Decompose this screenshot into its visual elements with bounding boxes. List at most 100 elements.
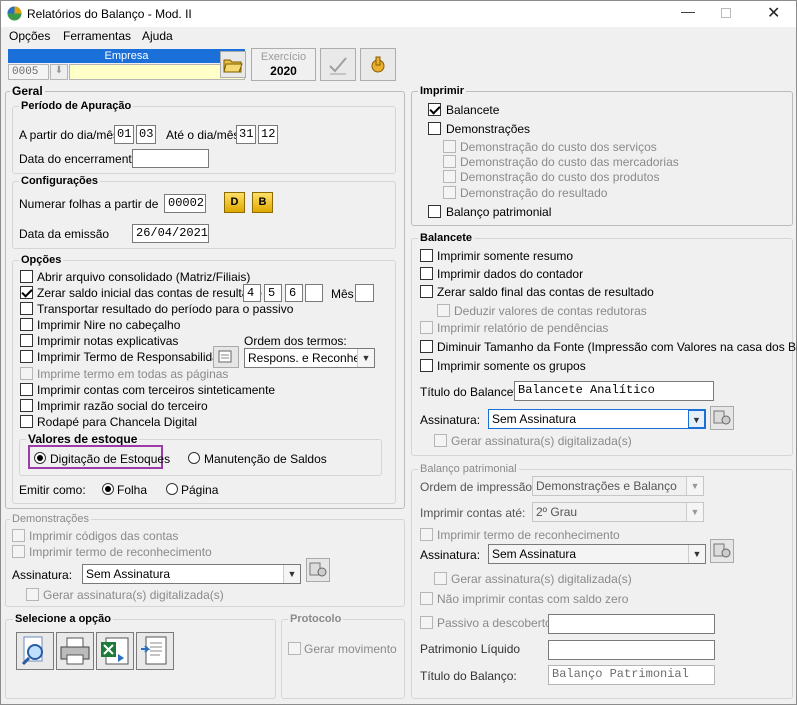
bal-contador-label: Imprimir dados do contador [437,267,584,281]
a-partir-label: A partir do dia/mês [19,128,120,142]
bal-resumo-checkbox[interactable] [420,249,433,262]
opt-imprime-termo-checkbox[interactable] [20,367,33,380]
demo-assinatura-button[interactable] [306,558,330,582]
empresa-name-field[interactable] [69,64,245,80]
imp-sub-servicos-checkbox[interactable] [443,140,456,153]
imp-sub-produtos-checkbox[interactable] [443,170,456,183]
encerramento-label: Data do encerramento [19,152,139,166]
printer-icon [60,637,90,665]
opt-razao-checkbox[interactable] [20,399,33,412]
numerar-field[interactable]: 00002 [164,194,206,213]
digitacao-radio[interactable] [34,452,46,464]
exit-button[interactable] [360,48,396,81]
imp-sub-mercadorias-checkbox[interactable] [443,155,456,168]
opt-zerar-checkbox[interactable] [20,286,33,299]
zerar-field-2[interactable]: 5 [264,284,282,302]
demo-codigos-checkbox[interactable] [12,529,25,542]
zerar-field-1[interactable]: 4 [243,284,261,302]
chevron-down-icon: ▼ [283,565,300,583]
bal-grupos-checkbox[interactable] [420,359,433,372]
excel-button[interactable] [96,632,134,670]
protocolo-group [281,619,405,699]
bp-gerar-checkbox[interactable] [434,572,447,585]
imp-balancete-checkbox[interactable] [428,103,441,116]
bal-fonte-checkbox[interactable] [420,340,433,353]
bal-assinatura-button[interactable] [710,406,734,430]
bal-pendencias-checkbox[interactable] [420,321,433,334]
bp-assinatura-button[interactable] [710,539,734,563]
opt-razao-label: Imprimir razão social do terceiro [37,399,208,413]
print-button[interactable] [56,632,94,670]
to-month-field[interactable]: 12 [258,125,278,144]
from-day-field[interactable]: 01 [114,125,134,144]
bp-termo-checkbox[interactable] [420,528,433,541]
file-export-icon [141,636,167,665]
opt-abrir-checkbox[interactable] [20,270,33,283]
imp-demonstracoes-checkbox[interactable] [428,122,441,135]
check-button[interactable] [320,48,356,81]
opt-termo-checkbox[interactable] [20,350,33,363]
emissao-label: Data da emissão [19,227,110,241]
excel-icon [101,637,129,665]
zerar-field-4[interactable] [305,284,323,302]
imp-balanco-checkbox[interactable] [428,205,441,218]
emitir-label: Emitir como: [19,483,86,497]
imp-sub-resultado-checkbox[interactable] [443,186,456,199]
folha-radio[interactable] [102,483,114,495]
demo-termo-checkbox[interactable] [12,545,25,558]
bal-titulo-field[interactable]: Balancete Analítico [514,381,714,401]
bal-deduzir-checkbox[interactable] [437,304,450,317]
bp-pl-label: Patrimonio Líquido [420,642,521,656]
bp-passivo-checkbox[interactable] [420,616,433,629]
close-icon[interactable]: ✕ [767,3,780,23]
exercicio-label: Exercício [260,51,307,63]
from-month-field[interactable]: 03 [136,125,156,144]
opt-transportar-checkbox[interactable] [20,302,33,315]
menu-ferramentas[interactable]: Ferramentas [63,29,131,43]
demo-assinatura-select[interactable]: Sem Assinatura ▼ [82,564,301,584]
bal-zerar-checkbox[interactable] [420,285,433,298]
maximize-icon[interactable] [721,8,731,18]
menu-bar: Opções Ferramentas Ajuda [1,27,796,47]
export-file-button[interactable] [136,632,174,670]
minimize-icon[interactable]: — [681,3,695,19]
bal-contador-checkbox[interactable] [420,267,433,280]
bp-titulo-field[interactable]: Balanço Patrimonial [548,665,715,685]
bp-passivo-field[interactable] [548,614,715,634]
emissao-field[interactable]: 26/04/2021 [132,224,209,243]
bp-contas-select[interactable]: 2º Grau ▼ [532,502,704,522]
menu-ajuda[interactable]: Ajuda [142,29,173,43]
bal-assinatura-label: Assinatura: [420,413,481,427]
preview-button[interactable] [16,632,54,670]
bal-gerar-checkbox[interactable] [434,434,447,447]
empresa-lookup-icon[interactable]: ⬇ [50,64,68,80]
opt-rodape-checkbox[interactable] [20,415,33,428]
ordem-select[interactable]: Respons. e Reconhec. ▼ [244,348,375,368]
demo-gerar-checkbox[interactable] [26,588,39,601]
bp-nao-imprimir-checkbox[interactable] [420,592,433,605]
to-day-field[interactable]: 31 [236,125,256,144]
periodo-title: Período de Apuração [19,100,134,113]
empresa-code-field[interactable]: 0005 [8,64,49,80]
opt-notas-checkbox[interactable] [20,334,33,347]
zerar-field-3[interactable]: 6 [285,284,303,302]
bal-assinatura-select[interactable]: Sem Assinatura ▼ [488,409,706,429]
demo-gerar-label: Gerar assinatura(s) digitalizada(s) [43,588,224,602]
d-button[interactable]: D [224,192,245,213]
menu-opcoes[interactable]: Opções [9,29,50,43]
manutencao-radio[interactable] [188,452,200,464]
protocolo-checkbox[interactable] [288,642,301,655]
bp-pl-field[interactable] [548,640,715,660]
opt-terceiros-checkbox[interactable] [20,383,33,396]
bp-assinatura-select[interactable]: Sem Assinatura ▼ [488,544,706,564]
termo-config-button[interactable] [213,346,239,368]
pagina-radio[interactable] [166,483,178,495]
encerramento-field[interactable] [132,149,209,168]
magnifier-icon [21,636,43,666]
opt-nire-checkbox[interactable] [20,318,33,331]
open-folder-button[interactable] [220,51,246,78]
b-button[interactable]: B [252,192,273,213]
opt-abrir-label: Abrir arquivo consolidado (Matriz/Filiai… [37,270,251,284]
mes-field[interactable] [355,284,374,302]
bp-ordem-select[interactable]: Demonstrações e Balanço ▼ [532,476,704,496]
